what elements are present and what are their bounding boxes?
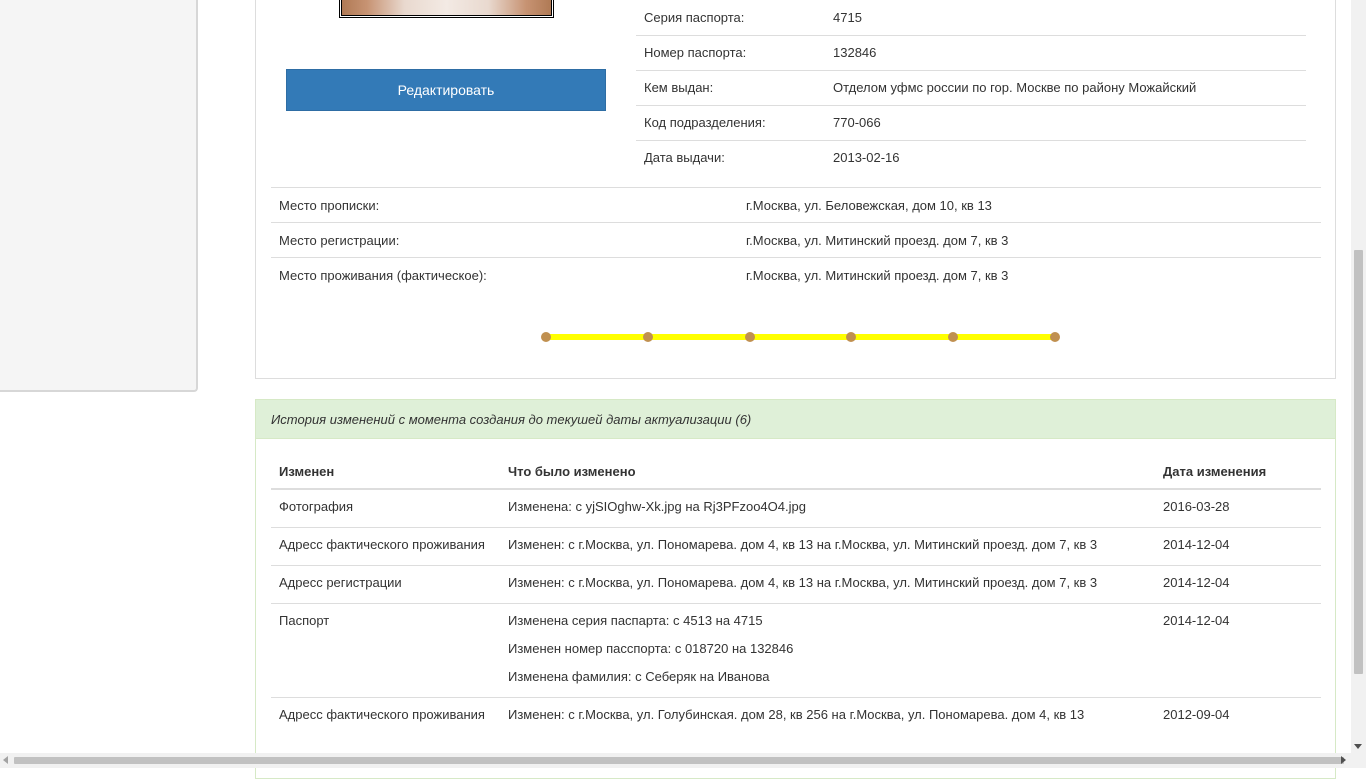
- timeline-point[interactable]: [948, 332, 958, 342]
- passport-issuer-value: Отделом уфмс россии по гор. Москве по ра…: [825, 69, 1306, 105]
- address-row: Место проживания (фактическое): г.Москва…: [271, 257, 1321, 293]
- passport-dept-code-label: Код подразделения:: [636, 104, 825, 140]
- horizontal-scrollbar-thumb[interactable]: [14, 757, 1344, 764]
- passport-table: Серия паспорта: 4715 Номер паспорта: 132…: [636, 0, 1306, 175]
- history-row: Паспорт Изменена серия паспарта: с 4513 …: [271, 603, 1321, 698]
- passport-row: Дата выдачи: 2013-02-16: [636, 139, 1306, 175]
- passport-issue-date-value: 2013-02-16: [825, 139, 1306, 175]
- history-field: Фотография: [279, 499, 354, 514]
- history-table: Изменен Что было изменено Дата изменения…: [271, 454, 1321, 735]
- history-change-line: Изменена фамилия: с Себеряк на Иванова: [508, 669, 770, 684]
- history-change-line: Изменен номер пасспорта: с 018720 на 132…: [508, 641, 794, 656]
- registration-label: Место регистрации:: [271, 222, 738, 258]
- timeline-bar: [546, 334, 1051, 340]
- passport-row: Серия паспорта: 4715: [636, 0, 1306, 35]
- vertical-scrollbar-thumb[interactable]: [1354, 250, 1363, 674]
- history-changes: Изменен: с г.Москва, ул. Голубинская. до…: [500, 697, 1155, 735]
- history-changes: Изменена серия паспарта: с 4513 на 4715 …: [500, 603, 1155, 698]
- timeline-point[interactable]: [1050, 332, 1060, 342]
- history-changes: Изменен: с г.Москва, ул. Пономарева. дом…: [500, 527, 1155, 566]
- history-date: 2014-12-04: [1155, 527, 1321, 566]
- horizontal-scrollbar[interactable]: [0, 753, 1366, 768]
- history-change-line: Изменен: с г.Москва, ул. Пономарева. дом…: [508, 575, 1098, 590]
- passport-number-label: Номер паспорта:: [636, 34, 825, 70]
- history-changes: Изменена: с yjSIOghw-Xk.jpg на Rj3PFzoo4…: [500, 489, 1155, 528]
- passport-row: Код подразделения: 770-066: [636, 104, 1306, 140]
- address-table: Место прописки: г.Москва, ул. Беловежска…: [271, 187, 1321, 293]
- passport-row: Номер паспорта: 132846: [636, 34, 1306, 70]
- history-heading: История изменений с момента создания до …: [256, 400, 1335, 439]
- passport-row: Кем выдан: Отделом уфмс россии по гор. М…: [636, 69, 1306, 105]
- timeline: [541, 330, 1060, 344]
- history-date: 2014-12-04: [1155, 565, 1321, 604]
- scroll-down-arrow-icon[interactable]: [1354, 744, 1362, 749]
- passport-series-label: Серия паспорта:: [644, 9, 745, 25]
- history-field: Адресс фактического проживания: [271, 527, 500, 566]
- vertical-scrollbar[interactable]: [1351, 0, 1366, 753]
- address-row: Место регистрации: г.Москва, ул. Митинск…: [271, 222, 1321, 258]
- passport-dept-code-value: 770-066: [825, 104, 1306, 140]
- edit-button[interactable]: Редактировать: [286, 69, 606, 111]
- history-panel: История изменений с момента создания до …: [255, 399, 1336, 779]
- profile-photo-image: [341, 0, 552, 16]
- history-change-line: Изменена серия паспарта: с 4513 на 4715: [508, 613, 763, 628]
- timeline-point[interactable]: [643, 332, 653, 342]
- history-date: 2014-12-04: [1155, 603, 1321, 698]
- passport-series-value: 4715: [833, 9, 862, 25]
- timeline-point[interactable]: [846, 332, 856, 342]
- timeline-point[interactable]: [745, 332, 755, 342]
- profile-photo: [339, 0, 554, 18]
- timeline-point[interactable]: [541, 332, 551, 342]
- registration-value: г.Москва, ул. Митинский проезд. дом 7, к…: [738, 222, 1321, 258]
- history-row: Адресс регистрации Изменен: с г.Москва, …: [271, 565, 1321, 604]
- history-row: Фотография Изменена: с yjSIOghw-Xk.jpg н…: [271, 489, 1321, 528]
- history-change-line: Изменена: с yjSIOghw-Xk.jpg на Rj3PFzoo4…: [508, 499, 806, 514]
- history-date: 2016-03-28: [1163, 499, 1230, 514]
- propiska-label: Место прописки:: [271, 187, 738, 223]
- history-date: 2012-09-04: [1155, 697, 1321, 735]
- passport-issue-date-label: Дата выдачи:: [636, 139, 825, 175]
- history-row: Адресс фактического проживания Изменен: …: [271, 697, 1321, 735]
- history-change-line: Изменен: с г.Москва, ул. Пономарева. дом…: [508, 537, 1098, 552]
- history-field: Адресс регистрации: [271, 565, 500, 604]
- history-field: Паспорт: [271, 603, 500, 698]
- address-row: Место прописки: г.Москва, ул. Беловежска…: [271, 187, 1321, 223]
- residence-label: Место проживания (фактическое):: [271, 257, 738, 293]
- scroll-left-arrow-icon[interactable]: [3, 756, 8, 764]
- history-changes: Изменен: с г.Москва, ул. Пономарева. дом…: [500, 565, 1155, 604]
- propiska-value: г.Москва, ул. Беловежская, дом 10, кв 13: [738, 187, 1321, 223]
- passport-number-value: 132846: [825, 34, 1306, 70]
- scroll-right-arrow-icon[interactable]: [1341, 756, 1346, 764]
- column-header-field: Изменен: [271, 454, 500, 490]
- column-header-change: Что было изменено: [500, 454, 1155, 490]
- history-row: Адресс фактического проживания Изменен: …: [271, 527, 1321, 566]
- left-sidebar-panel: [0, 0, 198, 392]
- profile-panel: Редактировать Серия паспорта: 4715 Номер…: [255, 0, 1336, 379]
- history-field: Адресс фактического проживания: [271, 697, 500, 735]
- passport-issuer-label: Кем выдан:: [636, 69, 825, 105]
- column-header-date: Дата изменения: [1155, 454, 1321, 490]
- history-change-line: Изменен: с г.Москва, ул. Голубинская. до…: [508, 707, 1085, 722]
- history-header-row: Изменен Что было изменено Дата изменения: [271, 454, 1321, 490]
- residence-value: г.Москва, ул. Митинский проезд. дом 7, к…: [738, 257, 1321, 293]
